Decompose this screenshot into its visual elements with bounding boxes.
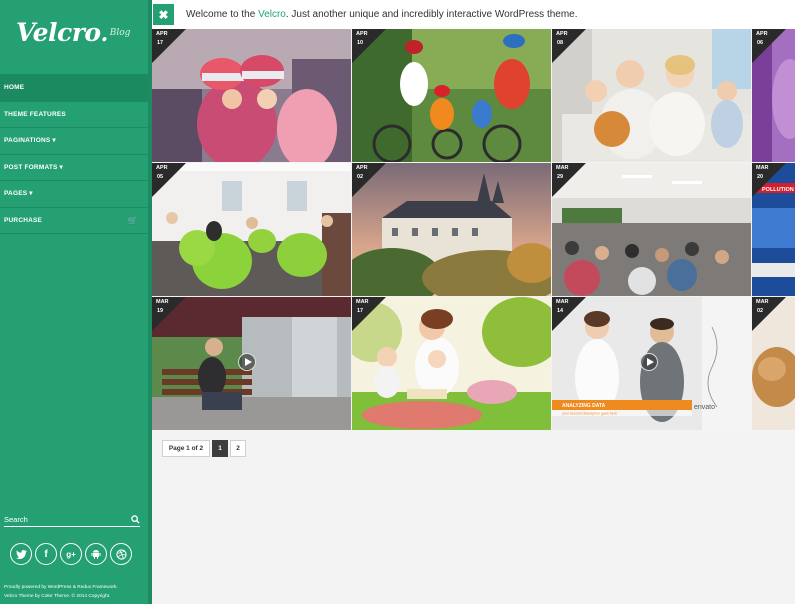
pagination-info: Page 1 of 2 bbox=[162, 440, 210, 457]
post-tile[interactable]: MAR 19 bbox=[152, 297, 351, 430]
search-input[interactable] bbox=[4, 514, 114, 524]
post-date-badge: MAR 02 bbox=[752, 297, 786, 331]
post-day: 02 bbox=[757, 308, 764, 314]
nav-item-paginations[interactable]: PAGINATIONS ▾ bbox=[0, 128, 148, 155]
post-month: APR bbox=[756, 31, 768, 37]
post-day: 17 bbox=[157, 40, 164, 46]
search-box bbox=[4, 512, 140, 527]
logo-dot: . bbox=[100, 21, 109, 47]
post-tile[interactable]: APR 02 bbox=[352, 163, 551, 296]
logo-sub-text: Blog bbox=[109, 28, 131, 38]
post-date-badge: MAR 19 bbox=[152, 297, 186, 331]
footer-line-copyright: Velcro Theme by Color Theme. © 2014 Copy… bbox=[4, 594, 111, 599]
sidebar-footer: Proudly powered by WordPress & Redux Fra… bbox=[4, 583, 146, 601]
logo-main-text: Velcro bbox=[16, 18, 101, 47]
post-day: 02 bbox=[357, 174, 364, 180]
post-date-badge: APR 17 bbox=[152, 29, 186, 63]
post-month: APR bbox=[556, 31, 568, 37]
post-day: 19 bbox=[157, 308, 164, 314]
post-date-badge: MAR 17 bbox=[352, 297, 386, 331]
search-icon[interactable] bbox=[130, 514, 140, 524]
post-tile[interactable]: MAR 29 bbox=[552, 163, 751, 296]
post-month: MAR bbox=[356, 299, 369, 305]
post-tile[interactable]: APR 05 bbox=[152, 163, 351, 296]
welcome-message: Welcome to the Velcro. Just another uniq… bbox=[186, 9, 578, 20]
post-tile[interactable]: APR 06 bbox=[752, 29, 795, 162]
post-tile[interactable]: APR 08 bbox=[552, 29, 751, 162]
post-day: 29 bbox=[557, 174, 564, 180]
welcome-bar: ✖ Welcome to the Velcro. Just another un… bbox=[152, 0, 795, 29]
post-date-badge: APR 02 bbox=[352, 163, 386, 197]
post-tile[interactable]: APR 10 bbox=[352, 29, 551, 162]
social-links: f g+ bbox=[10, 543, 132, 565]
nav-item-post-formats[interactable]: POST FORMATS ▾ bbox=[0, 155, 148, 181]
post-day: 08 bbox=[557, 40, 564, 46]
nav-item-home[interactable]: HOME bbox=[0, 75, 148, 102]
post-date-badge: MAR 29 bbox=[552, 163, 586, 197]
post-tile[interactable]: MAR 02 bbox=[752, 297, 795, 430]
main-nav: HOME THEME FEATURES PAGINATIONS ▾ POST F… bbox=[0, 74, 148, 234]
post-day: 10 bbox=[357, 40, 364, 46]
sidebar: Velcro. Blog HOME THEME FEATURES PAGINATI… bbox=[0, 0, 148, 604]
post-tile[interactable]: APR 17 bbox=[152, 29, 351, 162]
post-tile[interactable]: POLLUTION MAR 20 bbox=[752, 163, 795, 296]
analyzing-data-title: ANALYZING DATA bbox=[562, 403, 606, 409]
post-month: APR bbox=[356, 31, 368, 37]
post-date-badge: APR 10 bbox=[352, 29, 386, 63]
post-day: 14 bbox=[557, 308, 564, 314]
play-video-icon[interactable] bbox=[238, 353, 256, 371]
post-day: 17 bbox=[357, 308, 364, 314]
post-month: MAR bbox=[756, 299, 769, 305]
post-tile[interactable]: ANALYZING DATA your second description g… bbox=[552, 297, 751, 430]
pagination: Page 1 of 2 1 2 bbox=[162, 440, 246, 457]
welcome-suffix: . Just another unique and incredibly int… bbox=[285, 9, 578, 20]
nav-item-purchase-label: PURCHASE bbox=[4, 216, 43, 224]
post-month: MAR bbox=[556, 299, 569, 305]
nav-item-theme-features[interactable]: THEME FEATURES bbox=[0, 102, 148, 128]
dribbble-icon[interactable] bbox=[110, 543, 132, 565]
analyzing-data-subtitle: your second description goes here bbox=[562, 412, 617, 416]
post-date-badge: APR 08 bbox=[552, 29, 586, 63]
post-month: APR bbox=[156, 165, 168, 171]
post-date-badge: MAR 14 bbox=[552, 297, 586, 331]
post-date-badge: MAR 20 bbox=[752, 163, 786, 197]
post-month: MAR bbox=[156, 299, 169, 305]
post-tile[interactable]: MAR 17 bbox=[352, 297, 551, 430]
post-date-badge: APR 05 bbox=[152, 163, 186, 197]
page-2-button[interactable]: 2 bbox=[230, 440, 246, 457]
footer-line-powered: Proudly powered by WordPress & Redux Fra… bbox=[4, 585, 118, 590]
play-video-icon[interactable] bbox=[640, 353, 658, 371]
post-month: MAR bbox=[556, 165, 569, 171]
post-month: MAR bbox=[756, 165, 769, 171]
cart-icon: 🛒 bbox=[127, 215, 138, 225]
post-grid: APR 17 APR 10 APR 08 APR 06 APR 05 APR 0… bbox=[152, 29, 795, 430]
page-1-button[interactable]: 1 bbox=[212, 440, 228, 457]
google-plus-icon[interactable]: g+ bbox=[60, 543, 82, 565]
post-day: 05 bbox=[157, 174, 164, 180]
post-day: 06 bbox=[757, 40, 764, 46]
post-month: APR bbox=[156, 31, 168, 37]
android-icon[interactable] bbox=[85, 543, 107, 565]
twitter-icon[interactable] bbox=[10, 543, 32, 565]
nav-item-pages[interactable]: PAGES ▾ bbox=[0, 181, 148, 208]
welcome-prefix: Welcome to the bbox=[186, 9, 259, 20]
nav-item-purchase[interactable]: PURCHASE 🛒 bbox=[0, 208, 148, 234]
facebook-icon[interactable]: f bbox=[35, 543, 57, 565]
close-sidebar-button[interactable]: ✖ bbox=[153, 4, 174, 25]
welcome-brand-link[interactable]: Velcro bbox=[258, 9, 286, 20]
site-logo[interactable]: Velcro. Blog bbox=[0, 0, 148, 74]
post-day: 20 bbox=[757, 174, 764, 180]
post-date-badge: APR 06 bbox=[752, 29, 786, 63]
post-month: APR bbox=[356, 165, 368, 171]
envato-logo-text: envato bbox=[694, 404, 715, 411]
